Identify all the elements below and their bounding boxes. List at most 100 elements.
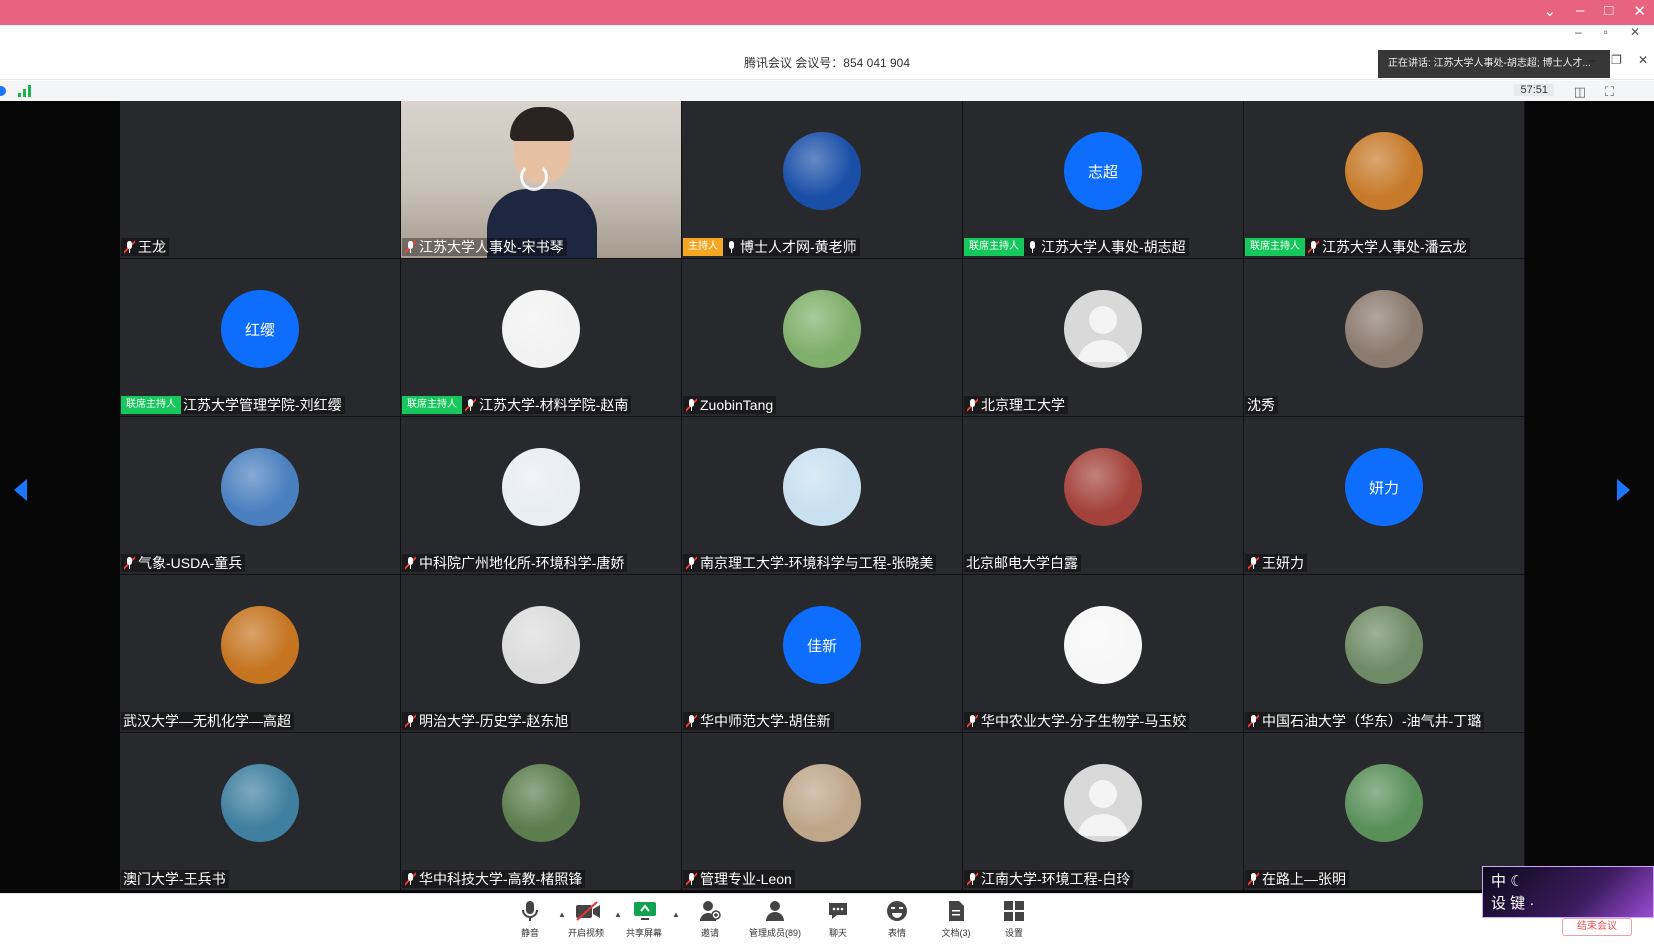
invite-user-icon [699,900,721,922]
mic-muted-icon [465,398,476,412]
cohost-badge: 联席主持人 [121,396,181,414]
participant-tile[interactable]: 明治大学-历史学-赵东旭 [401,575,682,733]
participant-name: 中科院广州地化所-环境科学-唐娇 [419,555,625,571]
participant-nameplate: 中国石油大学（华东）-油气井-丁璐 [1245,712,1485,730]
participant-tile[interactable]: 南京理工大学-环境科学与工程-张晓美 [682,417,963,575]
landscape-photo-icon [1345,764,1423,842]
manage-members-button[interactable]: 管理成员(89) [745,900,805,939]
participant-name: 澳门大学-王兵书 [123,871,226,887]
mute-button[interactable]: 静音 [500,900,560,939]
participant-tile[interactable]: 志超联席主持人 江苏大学人事处-胡志超 [963,101,1244,259]
participant-tile[interactable]: 中科院广州地化所-环境科学-唐娇 [401,417,682,575]
cohost-badge: 联席主持人 [964,238,1024,256]
participant-tile[interactable]: 联席主持人 江苏大学-材料学院-赵南 [401,259,682,417]
participant-nameplate: 北京邮电大学白露 [964,554,1081,572]
avatar: 志超 [1064,132,1142,210]
tree-photo-icon [502,764,580,842]
outer-window-bar: ⌄ – □ ✕ [0,0,1654,25]
chat-button[interactable]: 聊天 [808,900,868,939]
settings-button[interactable]: 设置 [984,900,1044,939]
participant-nameplate: 气象-USDA-童兵 [121,554,246,572]
mic-muted-icon [405,872,416,886]
next-page-arrow-icon[interactable] [1617,479,1630,501]
mic-muted-icon [967,398,978,412]
microphone-icon [1027,240,1038,254]
participant-nameplate: 北京理工大学 [964,396,1068,414]
fullscreen-icon[interactable]: ⛶ [1605,84,1614,100]
mic-muted-icon [124,240,135,254]
participant-nameplate: 南京理工大学-环境科学与工程-张晓美 [683,554,937,572]
close-icon[interactable]: ✕ [1633,2,1646,20]
participant-tile[interactable]: 妍力 王妍力 [1244,417,1525,575]
share-screen-icon [633,900,656,922]
share-screen-button[interactable]: 共享屏幕 [614,900,674,939]
start-video-button[interactable]: 开启视频 [556,900,616,939]
chat-bubble-icon [827,900,849,922]
participant-nameplate: 华中农业大学-分子生物学-马玉姣 [964,712,1190,730]
mic-muted-icon [967,714,978,728]
rooster-icon [502,290,580,368]
meeting-toolbar: 静音 ▲ 开启视频 ▲ 共享屏幕 ▲ 邀请 管理成员(89) 聊天 表情 文档(… [0,893,1654,948]
participant-nameplate: 澳门大学-王兵书 [121,870,229,888]
participant-tile[interactable]: 北京邮电大学白露 [963,417,1244,575]
participant-tile[interactable]: 武汉大学—无机化学—高超 [120,575,401,733]
participant-name: 气象-USDA-童兵 [138,555,243,571]
participant-tile[interactable]: 管理专业-Leon [682,733,963,891]
avatar: 佳新 [783,606,861,684]
minimize-icon[interactable]: – [1575,25,1582,43]
restore-icon[interactable]: ▫ [1604,25,1608,43]
participant-name: 王龙 [138,239,166,255]
participant-nameplate: 江苏大学人事处-宋书琴 [402,238,567,256]
mic-muted-icon [686,714,697,728]
host-badge: 主持人 [683,238,723,256]
travel-photo-icon [1345,290,1423,368]
participant-tile[interactable]: 气象-USDA-童兵 [120,417,401,575]
layout-toggle-icon[interactable]: ◫ [1574,84,1586,100]
participant-nameplate: 明治大学-历史学-赵东旭 [402,712,572,730]
invite-button[interactable]: 邀请 [680,900,740,939]
participant-nameplate: 联席主持人 江苏大学人事处-潘云龙 [1245,238,1470,256]
documents-button[interactable]: 文档(3) [926,900,986,939]
participant-tile[interactable]: 澳门大学-王兵书 [120,733,401,891]
chevron-down-icon[interactable]: ⌄ [1543,2,1556,20]
participant-tile[interactable]: 江苏大学人事处-宋书琴 [401,101,682,259]
participant-nameplate: 管理专业-Leon [683,870,795,888]
emoji-button[interactable]: 表情 [867,900,927,939]
participant-tile[interactable]: 沈秀 [1244,259,1525,417]
maximize-icon[interactable]: □ [1604,2,1613,20]
participant-tile[interactable]: 联席主持人 江苏大学人事处-潘云龙 [1244,101,1525,259]
participant-tile[interactable]: 中国石油大学（华东）-油气井-丁璐 [1244,575,1525,733]
participant-tile[interactable]: 华中农业大学-分子生物学-马玉姣 [963,575,1244,733]
close-icon[interactable]: ✕ [1638,53,1648,67]
participant-tile[interactable]: 佳新 华中师范大学-胡佳新 [682,575,963,733]
end-meeting-button[interactable]: 结束会议 [1562,918,1632,936]
restore-icon[interactable]: ❐ [1611,53,1622,67]
cohost-badge: 联席主持人 [1245,238,1305,256]
caret-up-icon[interactable]: ▲ [672,910,680,919]
participant-nameplate: 联席主持人 江苏大学人事处-胡志超 [964,238,1189,256]
outdoor-photo-icon [1345,606,1423,684]
mic-muted-icon [1248,556,1259,570]
participant-tile[interactable]: ZuobinTang [682,259,963,417]
participant-tile[interactable]: 华中科技大学-高教-楮照锋 [401,733,682,891]
autumn-photo-icon [1345,132,1423,210]
previous-page-arrow-icon[interactable] [14,479,27,501]
participant-nameplate: ZuobinTang [683,396,777,414]
signal-strength-icon[interactable] [18,85,32,97]
participant-nameplate: 华中科技大学-高教-楮照锋 [402,870,586,888]
participant-nameplate: 王妍力 [1245,554,1307,572]
participant-name: 江苏大学人事处-宋书琴 [419,239,564,255]
mic-muted-icon [686,556,697,570]
info-dot-icon [0,86,6,96]
minimize-icon[interactable]: – [1576,2,1584,20]
meeting-timer: 57:51 [1514,84,1554,96]
participant-tile[interactable]: 主持人 博士人才网-黄老师 [682,101,963,259]
participant-tile[interactable]: 红缨 联席主持人 江苏大学管理学院-刘红缨 [120,259,401,417]
close-icon[interactable]: ✕ [1630,25,1640,43]
participant-tile[interactable]: 王龙 [120,101,401,259]
default-avatar-icon [1064,290,1142,368]
participant-tile[interactable]: 江南大学-环境工程-白玲 [963,733,1244,891]
mic-muted-icon [686,398,697,412]
participant-tile[interactable]: 北京理工大学 [963,259,1244,417]
ime-toolbar-overlay[interactable]: 中 ☾ 设 键 · [1482,866,1654,918]
